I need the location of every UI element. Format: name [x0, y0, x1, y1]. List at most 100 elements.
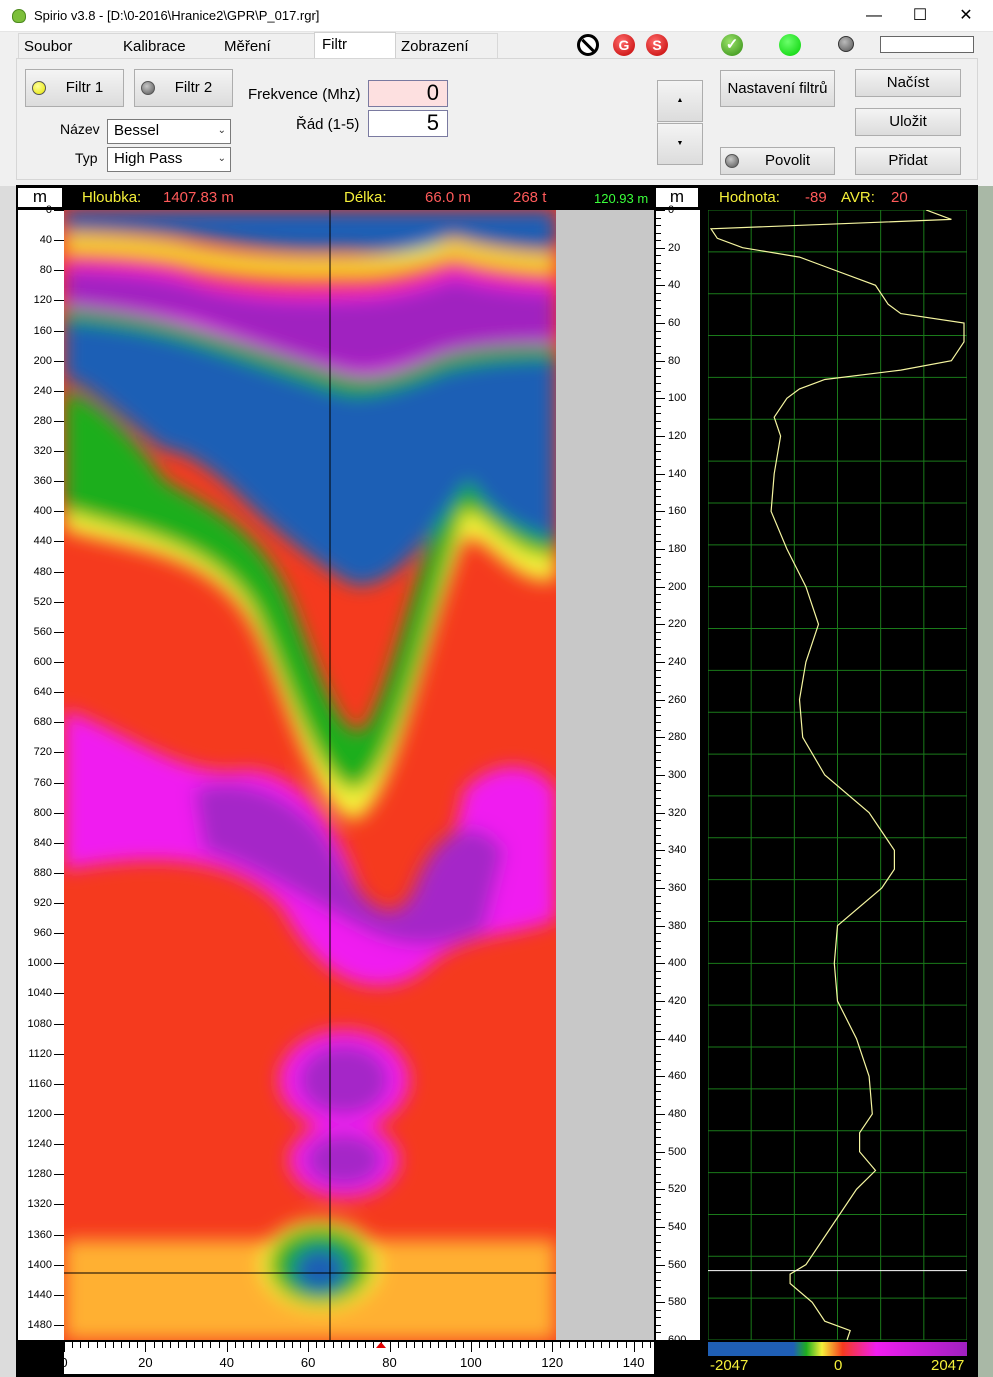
left-tick-label: 640 — [33, 686, 52, 699]
mid-tick-mark — [656, 405, 661, 407]
bottom-tick-mark — [210, 1342, 212, 1348]
bottom-tick-mark — [446, 1342, 448, 1348]
bottom-tick-mark — [275, 1342, 277, 1348]
bottom-tick-mark — [609, 1342, 611, 1348]
left-tick-label: 1160 — [28, 1077, 52, 1090]
g-icon[interactable]: G — [613, 34, 635, 56]
menu-soubor[interactable]: Soubor — [24, 38, 72, 55]
left-tick-label: 440 — [33, 535, 52, 548]
filtr2-button[interactable]: Filtr 2 — [134, 69, 233, 107]
mid-tick-label: 480 — [668, 1108, 687, 1120]
cursor-marker — [376, 1342, 387, 1348]
mid-tick-mark — [656, 1340, 665, 1341]
bottom-tick-mark — [324, 1342, 326, 1348]
left-tick-mark — [54, 1053, 64, 1055]
bottom-tick-mark — [365, 1342, 367, 1348]
mid-tick-mark — [656, 277, 661, 279]
mid-tick-mark — [656, 1091, 661, 1093]
bottom-tick-mark — [544, 1342, 546, 1348]
nacist-button[interactable]: Načíst — [855, 69, 961, 97]
mid-tick-mark — [656, 390, 661, 392]
left-tick-mark — [54, 300, 64, 302]
ok-icon[interactable]: ✓ — [721, 34, 743, 56]
mid-tick-mark — [656, 609, 661, 611]
nazev-label: Název — [60, 121, 100, 137]
mid-tick-mark — [656, 1189, 665, 1191]
bottom-tick-mark — [617, 1342, 619, 1348]
pridat-button[interactable]: Přidat — [855, 147, 961, 175]
nazev-select[interactable]: Bessel ⌄ — [107, 119, 231, 144]
mid-tick-mark — [656, 1242, 661, 1244]
povolit-button[interactable]: Povolit — [720, 147, 835, 175]
bottom-tick-mark — [202, 1342, 204, 1348]
left-tick-label: 1240 — [27, 1138, 52, 1151]
left-tick-label: 1120 — [28, 1047, 52, 1060]
mid-tick-mark — [656, 699, 665, 701]
mid-tick-mark — [656, 797, 661, 799]
mid-tick-mark — [656, 1053, 661, 1055]
menu-kalibrace[interactable]: Kalibrace — [123, 38, 186, 55]
mid-tick-mark — [656, 481, 661, 483]
left-tick-mark — [54, 1234, 64, 1236]
bottom-tick-label: 60 — [300, 1355, 316, 1370]
trace-panel[interactable] — [708, 210, 967, 1340]
mid-tick-mark — [656, 880, 661, 882]
nastaveni-filtru-button[interactable]: Nastavení filtrů — [720, 70, 835, 107]
mid-tick-mark — [656, 496, 661, 498]
bottom-tick-mark — [454, 1342, 456, 1348]
close-button[interactable]: ✕ — [943, 0, 989, 32]
down-button[interactable]: ▼ — [657, 123, 703, 165]
frekvence-input[interactable]: 0 — [368, 80, 448, 107]
mid-tick-mark — [656, 451, 661, 453]
mid-tick-label: 280 — [668, 731, 687, 744]
mid-tick-mark — [656, 1076, 665, 1078]
mid-tick-mark — [656, 684, 661, 686]
mid-tick-mark — [656, 1023, 661, 1025]
ulozit-button[interactable]: Uložit — [855, 108, 961, 136]
left-tick-label: 240 — [33, 384, 52, 397]
left-tick-label: 1280 — [27, 1168, 52, 1181]
delka-value: 66.0 m — [425, 189, 471, 206]
s-icon[interactable]: S — [646, 34, 668, 56]
left-tick-mark — [54, 1204, 64, 1206]
left-tick-label: 0 — [45, 204, 52, 216]
mid-tick-mark — [656, 579, 661, 581]
mid-tick-mark — [656, 903, 661, 905]
left-tick-mark — [54, 1174, 64, 1176]
mid-tick-mark — [656, 1016, 661, 1018]
bottom-tick-label: 80 — [382, 1355, 397, 1370]
mid-tick-label: 380 — [668, 919, 687, 932]
stop-icon[interactable] — [577, 34, 599, 56]
left-tick-mark — [54, 451, 64, 453]
bottom-tick-mark — [568, 1342, 570, 1348]
bottom-tick-mark — [177, 1342, 179, 1348]
menu-zobrazeni[interactable]: Zobrazení — [401, 38, 469, 55]
up-button[interactable]: ▲ — [657, 80, 703, 122]
bottom-tick-mark — [243, 1342, 245, 1348]
left-tick-label: 840 — [33, 836, 52, 849]
colorbar — [708, 1342, 967, 1356]
maximize-button[interactable]: ☐ — [897, 0, 943, 32]
menu-mereni[interactable]: Měření — [224, 38, 271, 55]
filtr1-button[interactable]: Filtr 1 — [25, 69, 124, 107]
mid-tick-mark — [656, 1294, 661, 1296]
mid-tick-mark — [656, 518, 661, 520]
menu-filtr[interactable]: Filtr — [322, 36, 347, 53]
mid-tick-mark — [656, 428, 661, 430]
avr-label: AVR: — [841, 189, 875, 206]
gpr-heatmap[interactable] — [64, 210, 556, 1340]
status-field[interactable] — [880, 36, 974, 53]
left-tick-label: 880 — [33, 866, 52, 879]
mid-tick-mark — [656, 338, 661, 340]
mid-tick-mark — [656, 835, 661, 837]
bottom-tick-mark — [259, 1342, 261, 1348]
mid-tick-mark — [656, 1106, 661, 1108]
rad-input[interactable]: 5 — [368, 110, 448, 137]
mid-tick-mark — [656, 850, 665, 852]
mid-tick-mark — [656, 1302, 665, 1304]
typ-select[interactable]: High Pass ⌄ — [107, 147, 231, 172]
minimize-button[interactable]: — — [851, 0, 897, 32]
mid-tick-mark — [656, 1309, 661, 1311]
colorbar-max-label: 2047 — [931, 1357, 965, 1374]
bottom-tick-mark — [625, 1342, 627, 1348]
